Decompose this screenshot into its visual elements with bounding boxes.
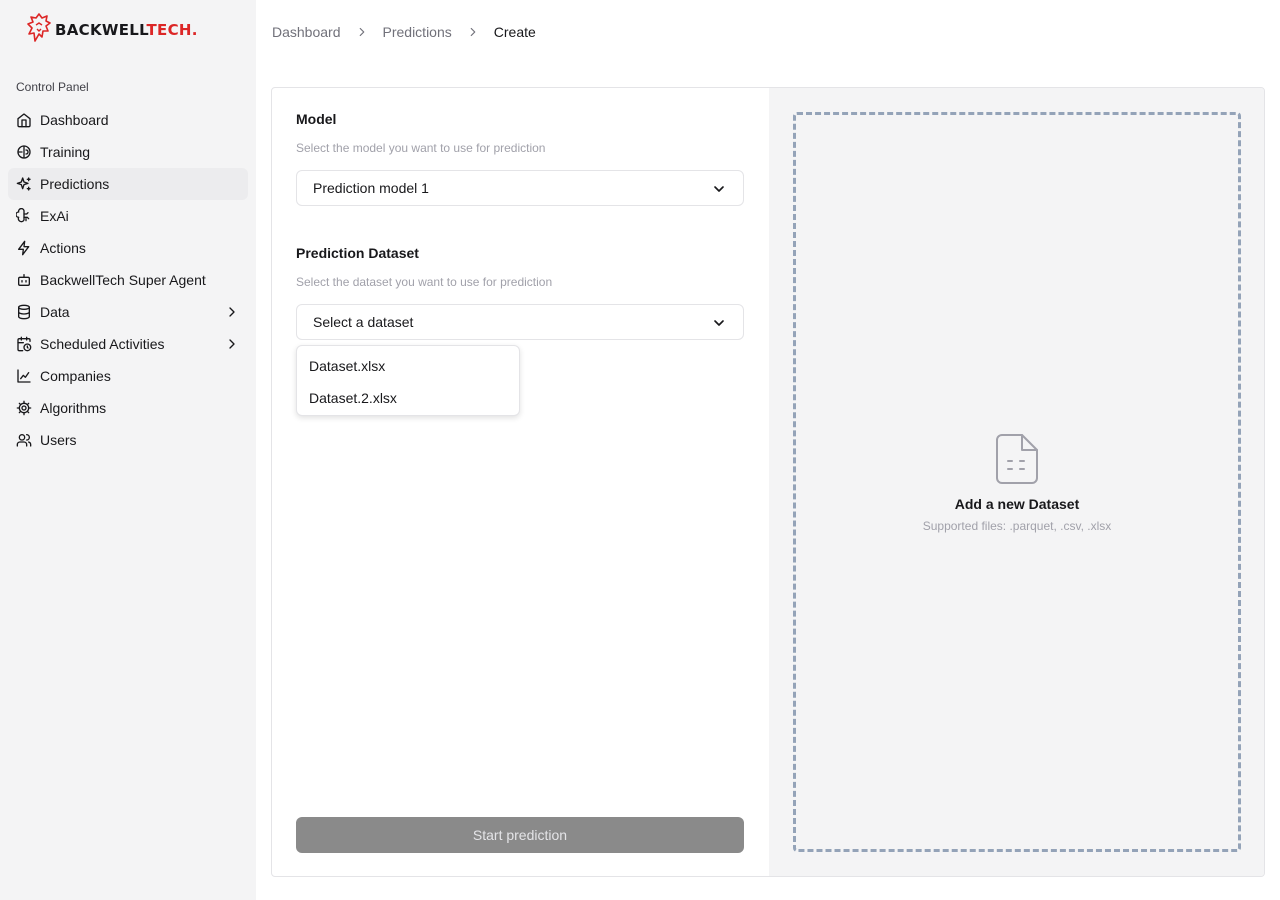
dropzone-title: Add a new Dataset — [954, 496, 1080, 512]
sidebar-item-label: Algorithms — [40, 400, 107, 416]
chevron-right-icon — [466, 25, 480, 39]
cog-icon — [16, 400, 32, 416]
chevron-right-icon — [224, 336, 240, 352]
database-icon — [16, 304, 32, 320]
brain-circuit-icon — [16, 208, 32, 224]
prediction-form: Model Select the model you want to use f… — [272, 88, 769, 876]
dataset-hint: Select the dataset you want to use for p… — [296, 275, 553, 289]
dataset-dropdown-menu: Dataset.xlsx Dataset.2.xlsx — [296, 345, 520, 416]
sidebar-nav: Dashboard Training Predictions ExAi Acti… — [8, 104, 248, 456]
sidebar-item-exai[interactable]: ExAi — [8, 200, 248, 232]
sidebar-item-super-agent[interactable]: BackwellTech Super Agent — [8, 264, 248, 296]
sidebar-item-scheduled-activities[interactable]: Scheduled Activities — [8, 328, 248, 360]
sidebar-item-label: Data — [40, 304, 70, 320]
calendar-clock-icon — [16, 336, 32, 352]
breadcrumb: Dashboard Predictions Create — [272, 22, 536, 42]
upload-pane: Add a new Dataset Supported files: .parq… — [769, 88, 1264, 876]
sidebar: BACKWELLTECH. Control Panel Dashboard Tr… — [0, 0, 256, 900]
sidebar-item-data[interactable]: Data — [8, 296, 248, 328]
sidebar-item-label: ExAi — [40, 208, 69, 224]
breadcrumb-dashboard[interactable]: Dashboard — [272, 24, 341, 40]
breadcrumb-predictions[interactable]: Predictions — [383, 24, 452, 40]
dataset-select-placeholder: Select a dataset — [313, 314, 414, 330]
sidebar-item-label: Actions — [40, 240, 86, 256]
zap-icon — [16, 240, 32, 256]
breadcrumb-current: Create — [493, 24, 536, 40]
dataset-label: Prediction Dataset — [296, 245, 419, 261]
chevron-right-icon — [355, 25, 369, 39]
brand-logo[interactable]: BACKWELLTECH. — [27, 12, 198, 48]
home-icon — [16, 112, 32, 128]
sidebar-item-predictions[interactable]: Predictions — [8, 168, 248, 200]
lion-logo-icon — [27, 12, 51, 48]
sidebar-item-dashboard[interactable]: Dashboard — [8, 104, 248, 136]
sidebar-item-label: Dashboard — [40, 112, 109, 128]
brain-icon — [16, 144, 32, 160]
sidebar-item-label: Scheduled Activities — [40, 336, 165, 352]
model-select[interactable]: Prediction model 1 — [296, 170, 744, 206]
sidebar-item-algorithms[interactable]: Algorithms — [8, 392, 248, 424]
sidebar-item-users[interactable]: Users — [8, 424, 248, 456]
dropzone-subtitle: Supported files: .parquet, .csv, .xlsx — [922, 519, 1112, 533]
create-prediction-card: Model Select the model you want to use f… — [271, 87, 1265, 877]
chevron-down-icon — [711, 181, 727, 197]
start-prediction-button[interactable]: Start prediction — [296, 817, 744, 853]
sidebar-item-label: Predictions — [40, 176, 110, 192]
dataset-option[interactable]: Dataset.xlsx — [301, 350, 515, 382]
model-select-value: Prediction model 1 — [313, 180, 429, 196]
sidebar-item-companies[interactable]: Companies — [8, 360, 248, 392]
sidebar-item-label: Companies — [40, 368, 111, 384]
chart-icon — [16, 368, 32, 384]
model-hint: Select the model you want to use for pre… — [296, 141, 546, 155]
sidebar-item-label: Users — [40, 432, 77, 448]
dataset-dropzone[interactable]: Add a new Dataset Supported files: .parq… — [793, 112, 1241, 852]
chevron-right-icon — [224, 304, 240, 320]
chevron-down-icon — [711, 315, 727, 331]
sidebar-section-label: Control Panel — [16, 80, 89, 94]
sparkles-icon — [16, 176, 32, 192]
users-icon — [16, 432, 32, 448]
sidebar-item-training[interactable]: Training — [8, 136, 248, 168]
sidebar-item-actions[interactable]: Actions — [8, 232, 248, 264]
sidebar-item-label: Training — [40, 144, 91, 160]
dataset-option[interactable]: Dataset.2.xlsx — [301, 382, 515, 414]
dataset-select[interactable]: Select a dataset — [296, 304, 744, 340]
model-label: Model — [296, 111, 337, 127]
bot-icon — [16, 272, 32, 288]
file-spreadsheet-icon — [994, 433, 1040, 485]
sidebar-item-label: BackwellTech Super Agent — [40, 272, 206, 288]
brand-name: BACKWELLTECH. — [55, 21, 198, 39]
